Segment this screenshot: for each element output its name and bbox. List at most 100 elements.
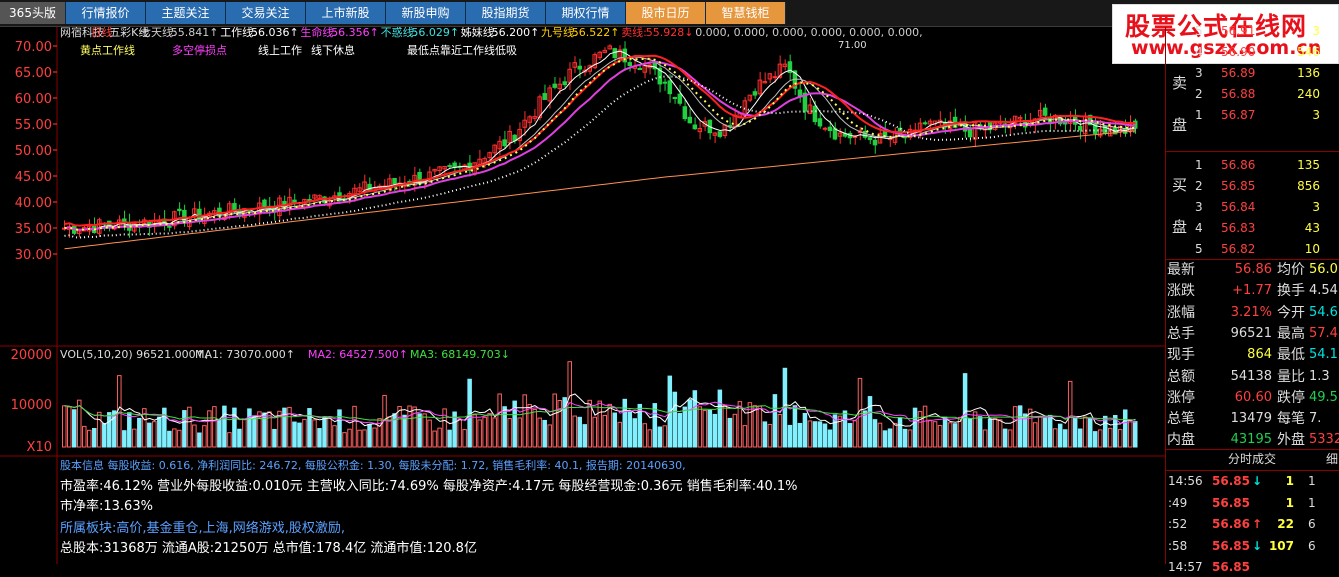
volume-bar	[1117, 429, 1123, 448]
volume-bar	[362, 429, 367, 448]
volume-bar	[417, 413, 422, 448]
volume-bar	[402, 414, 407, 448]
volume-bar	[1012, 406, 1018, 448]
quote-value: 54.1	[1309, 347, 1338, 363]
volume-bar	[442, 408, 447, 448]
volume-bar	[422, 413, 427, 448]
volume-bar	[212, 406, 217, 448]
volume-bar	[282, 407, 287, 448]
legend-item: 黄点工作线	[80, 43, 135, 57]
volume-bar	[677, 413, 683, 448]
tab-4[interactable]: 交易关注	[226, 2, 306, 24]
price-tick-label: 30.00	[15, 248, 52, 263]
tab-10[interactable]: 智慧钱柜	[706, 2, 786, 24]
tab-5[interactable]: 上市新股	[306, 2, 386, 24]
ticks-detail-tab[interactable]: 细	[1326, 449, 1338, 469]
volume-bar	[692, 390, 698, 448]
level-volume: 546	[1297, 45, 1320, 59]
candle-body	[822, 127, 828, 130]
buy-label: 买	[1172, 176, 1188, 194]
tick-time: :49	[1168, 495, 1188, 510]
candle-body	[717, 131, 723, 137]
volume-bar	[222, 405, 227, 448]
volume-bar	[1112, 414, 1118, 448]
candle-body	[562, 81, 567, 86]
ticks-title[interactable]: 分时成交	[1228, 449, 1276, 469]
level-price: 56.91	[1221, 24, 1256, 38]
volume-bar	[322, 416, 327, 448]
volume-bar	[932, 421, 938, 448]
volume-bar	[822, 423, 828, 448]
vol-tick-label: 20000	[11, 348, 52, 363]
quote-value: 54.6	[1309, 304, 1338, 320]
volume-bar	[952, 423, 958, 448]
quote-key: 涨停	[1167, 389, 1195, 406]
volume-bar	[307, 408, 312, 448]
volume-bar	[787, 424, 793, 448]
level-volume: 3	[1312, 24, 1320, 38]
tab-6[interactable]: 新股申购	[386, 2, 466, 24]
candle-body	[502, 139, 507, 147]
volume-bar	[922, 405, 928, 448]
buy-level: 5 56.82 10	[1166, 239, 1339, 259]
volume-bar	[232, 407, 237, 448]
candle-body	[577, 65, 582, 70]
quote-key: 跌停	[1277, 389, 1305, 406]
quote-value: 1.3	[1309, 368, 1330, 384]
quote-value: 57.4	[1309, 325, 1338, 341]
volume-bar	[137, 417, 142, 448]
tick-arrow: ↓	[1252, 538, 1263, 553]
volume-bar	[147, 422, 152, 448]
level-volume: 10	[1304, 242, 1320, 256]
buy-level: 1 56.86 135	[1166, 155, 1339, 175]
tab-3[interactable]: 主题关注	[146, 2, 226, 24]
volume-bar	[352, 405, 357, 448]
volume-bar	[817, 421, 823, 448]
candle-body	[392, 177, 397, 185]
kline-chart-panel[interactable]: 70.00 65.00 60.00 55.00 50.00 45.00 40.00 35.00…	[0, 27, 1165, 564]
tab-8[interactable]: 期权行情	[546, 2, 626, 24]
ma-series-value: 55.928↓	[646, 27, 694, 39]
tab-2[interactable]: 行情报价	[66, 2, 146, 24]
volume-bar	[337, 409, 342, 448]
volume-bar	[897, 417, 903, 448]
ticks-header: 分时成交 细	[1166, 449, 1339, 469]
volume-bar	[192, 424, 197, 448]
volume-bar	[532, 408, 537, 448]
volume-bar	[162, 407, 167, 448]
tick-time: 14:57	[1168, 560, 1203, 574]
tab-1[interactable]: 365头版	[0, 2, 66, 24]
ma-series-value: 55.841↑	[171, 27, 219, 39]
tick-count: 6	[1308, 517, 1316, 531]
candle-body	[862, 130, 868, 138]
volume-bar	[652, 403, 658, 448]
quote-key: 内盘	[1167, 432, 1195, 449]
volume-bar	[537, 417, 542, 448]
volume-bar	[217, 419, 222, 448]
quote-key: 总笔	[1167, 411, 1195, 428]
candle-body	[177, 208, 182, 212]
quote-value: 60.60	[1234, 389, 1272, 405]
volume-bar	[367, 424, 372, 448]
volume-bar	[1057, 423, 1063, 448]
volume-bar	[947, 422, 953, 448]
volume-bar	[1097, 429, 1103, 448]
legend-item: 多空停损点	[172, 43, 227, 57]
candle-body	[872, 139, 878, 146]
tab-9[interactable]: 股市日历	[626, 2, 706, 24]
volume-bar	[72, 409, 77, 448]
volume-bar	[482, 416, 487, 448]
volume-bar	[772, 394, 778, 448]
volume-bar	[347, 428, 352, 448]
volume-bar	[977, 416, 983, 448]
info-line4: 所属板块:高价,基金重仓,上海,网络游戏,股权激励,	[60, 521, 346, 536]
candle-body	[867, 137, 873, 141]
price-tick-label: 60.00	[15, 92, 52, 107]
volume-bar	[907, 429, 913, 448]
quote-key: 均价	[1277, 262, 1305, 278]
volume-bar	[1042, 417, 1048, 448]
tab-7[interactable]: 股指期货	[466, 2, 546, 24]
candle-body	[827, 126, 833, 132]
quote-key: 每笔	[1277, 411, 1305, 428]
quote-row: 总额 54138 量比 1.3	[1166, 367, 1339, 387]
